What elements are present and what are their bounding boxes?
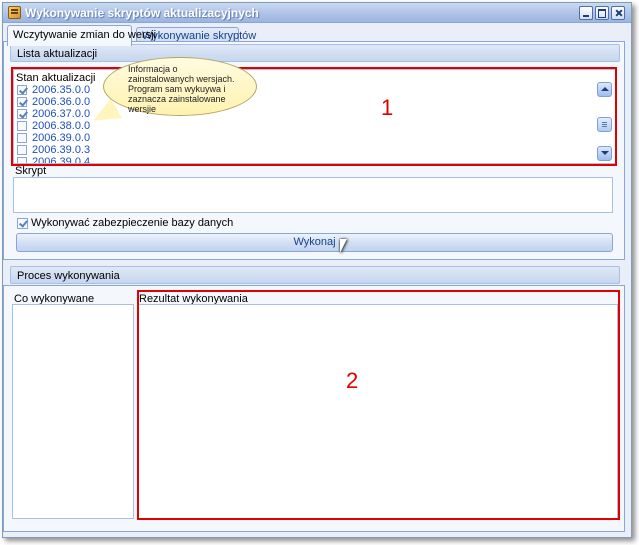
tab-wczytywanie[interactable]: Wczytywanie zmian do wersji bbox=[7, 25, 156, 46]
window-title: Wykonywanie skryptów aktualizacyjnych bbox=[25, 6, 259, 20]
co-wykonywane-list[interactable] bbox=[12, 304, 134, 519]
info-callout: Informacja o zainstalowanych wersjach. P… bbox=[103, 57, 257, 116]
maximize-button[interactable] bbox=[595, 6, 609, 20]
close-button[interactable] bbox=[611, 6, 625, 20]
lista-header: Lista aktualizacji bbox=[10, 44, 620, 62]
title-bar[interactable]: Wykonywanie skryptów aktualizacyjnych bbox=[3, 3, 631, 23]
skrypt-label: Skrypt bbox=[15, 165, 47, 177]
minimize-button[interactable] bbox=[579, 6, 593, 20]
zabezpieczenie-label: Wykonywać zabezpieczenie bazy danych bbox=[31, 217, 234, 229]
annotation-number-1: 1 bbox=[381, 95, 394, 120]
annotation-box-2 bbox=[137, 290, 620, 520]
proces-header: Proces wykonywania bbox=[10, 266, 620, 284]
zabezpieczenie-checkbox[interactable] bbox=[17, 218, 28, 229]
skrypt-field[interactable] bbox=[13, 177, 613, 213]
annotation-number-2: 2 bbox=[346, 368, 359, 393]
app-icon bbox=[8, 6, 21, 19]
mouse-cursor-icon bbox=[340, 239, 347, 253]
wykonaj-button[interactable]: Wykonaj bbox=[16, 233, 613, 252]
